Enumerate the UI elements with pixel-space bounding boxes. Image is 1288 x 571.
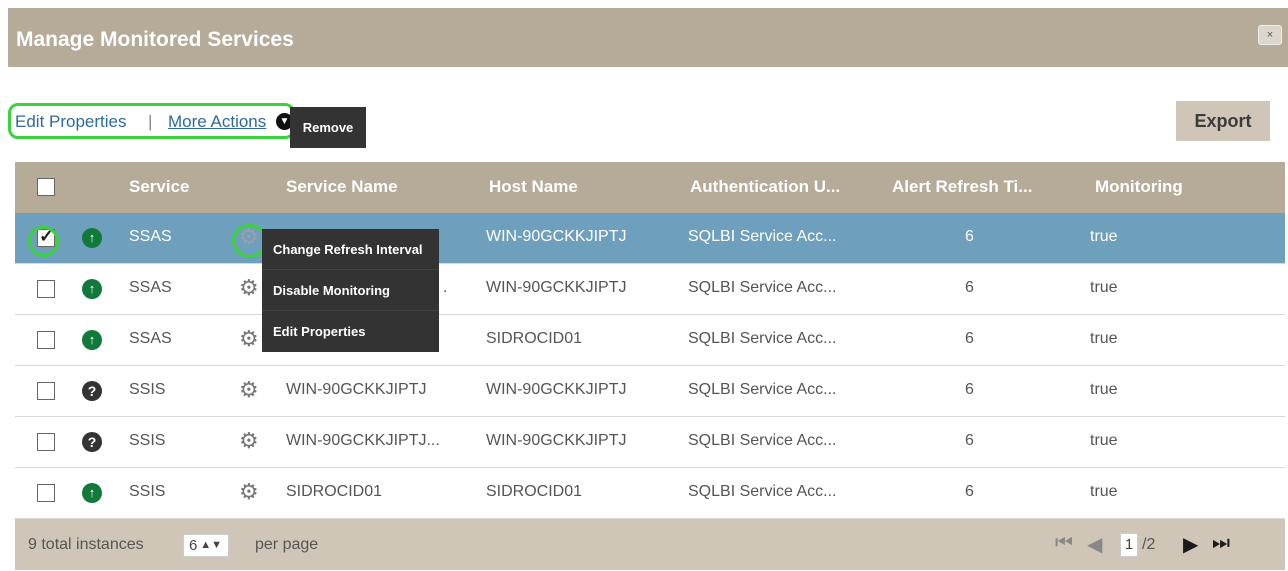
authentication-cell: SQLBI Service Acc... xyxy=(688,381,837,398)
menu-item-change-refresh-interval[interactable]: Change Refresh Interval xyxy=(262,229,439,270)
per-page-select[interactable]: 6 ▲▼ xyxy=(183,534,229,557)
monitoring-cell: true xyxy=(1090,228,1118,245)
service-cell: SSAS xyxy=(129,228,172,245)
table-row[interactable]: ↑ SSAS ⚙ SIDROCID01 SQLBI Service Acc...… xyxy=(15,315,1285,366)
menu-item-disable-monitoring[interactable]: Disable Monitoring xyxy=(262,270,439,311)
status-up-icon: ↑ xyxy=(82,330,102,350)
service-name-cell: . xyxy=(443,279,448,296)
host-name-cell: WIN-90GCKKJIPTJ xyxy=(486,381,627,398)
service-cell: SSIS xyxy=(129,381,166,398)
dialog-title: Manage Monitored Services xyxy=(16,28,294,51)
authentication-cell: SQLBI Service Acc... xyxy=(688,279,837,296)
total-instances-text: 9 total instances xyxy=(28,536,144,553)
close-button[interactable]: × xyxy=(1258,25,1282,45)
service-cell: SSAS xyxy=(129,330,172,347)
service-name-cell: SIDROCID01 xyxy=(286,483,383,500)
table-header: Service Service Name Host Name Authentic… xyxy=(15,162,1285,213)
prev-page-icon[interactable]: ◀ xyxy=(1087,532,1102,557)
edit-properties-link[interactable]: Edit Properties xyxy=(15,112,127,132)
gear-icon[interactable]: ⚙ xyxy=(239,328,259,350)
monitoring-cell: true xyxy=(1090,330,1118,347)
row-checkbox[interactable] xyxy=(37,433,55,451)
authentication-cell: SQLBI Service Acc... xyxy=(688,483,837,500)
more-actions-link[interactable]: More Actions xyxy=(168,112,266,132)
row-context-menu: Change Refresh Interval Disable Monitori… xyxy=(262,229,439,352)
service-name-cell: WIN-90GCKKJIPTJ xyxy=(286,381,427,398)
monitoring-cell: true xyxy=(1090,483,1118,500)
header-host-name[interactable]: Host Name xyxy=(489,177,578,197)
header-service-name[interactable]: Service Name xyxy=(286,177,398,197)
page-total-text: /2 xyxy=(1142,536,1156,553)
authentication-cell: SQLBI Service Acc... xyxy=(688,432,837,449)
export-button[interactable]: Export xyxy=(1176,101,1270,141)
menu-item-edit-properties[interactable]: Edit Properties xyxy=(262,311,439,352)
spinner-icon: ▲▼ xyxy=(200,539,222,551)
service-cell: SSIS xyxy=(129,432,166,449)
table-footer: 9 total instances 6 ▲▼ per page ⏮ ◀ 1 /2… xyxy=(15,519,1285,570)
header-service[interactable]: Service xyxy=(129,177,190,197)
table-row[interactable]: ? SSIS ⚙ WIN-90GCKKJIPTJ WIN-90GCKKJIPTJ… xyxy=(15,366,1285,417)
alert-refresh-cell: 6 xyxy=(965,381,974,398)
monitoring-cell: true xyxy=(1090,279,1118,296)
action-links-highlight: Edit Properties | More Actions ▼ xyxy=(8,103,295,139)
status-unknown-icon: ? xyxy=(82,432,102,452)
row-checkbox[interactable] xyxy=(37,280,55,298)
service-cell: SSAS xyxy=(129,279,172,296)
status-up-icon: ↑ xyxy=(82,279,102,299)
action-separator: | xyxy=(148,112,153,131)
row-checkbox[interactable] xyxy=(37,331,55,349)
checkbox-highlight-ring xyxy=(28,226,59,257)
select-all-checkbox[interactable] xyxy=(37,178,55,196)
services-table: Service Service Name Host Name Authentic… xyxy=(15,162,1285,570)
service-cell: SSIS xyxy=(129,483,166,500)
remove-menu-item[interactable]: Remove xyxy=(290,107,366,148)
monitoring-cell: true xyxy=(1090,432,1118,449)
page-number-input[interactable]: 1 xyxy=(1120,533,1138,557)
header-authentication[interactable]: Authentication U... xyxy=(690,177,840,197)
first-page-icon[interactable]: ⏮ xyxy=(1055,532,1073,555)
last-page-icon[interactable]: ⏭ xyxy=(1212,532,1230,555)
alert-refresh-cell: 6 xyxy=(965,432,974,449)
gear-icon[interactable]: ⚙ xyxy=(239,430,259,452)
host-name-cell: WIN-90GCKKJIPTJ xyxy=(486,279,627,296)
row-checkbox[interactable] xyxy=(37,382,55,400)
alert-refresh-cell: 6 xyxy=(965,330,974,347)
host-name-cell: SIDROCID01 xyxy=(486,330,583,347)
monitoring-cell: true xyxy=(1090,381,1118,398)
per-page-label: per page xyxy=(255,536,319,553)
host-name-cell: WIN-90GCKKJIPTJ xyxy=(486,228,627,245)
authentication-cell: SQLBI Service Acc... xyxy=(688,228,837,245)
next-page-icon[interactable]: ▶ xyxy=(1183,532,1198,557)
status-unknown-icon: ? xyxy=(82,381,102,401)
per-page-value: 6 xyxy=(189,537,198,554)
table-row[interactable]: ↑ SSIS ⚙ SIDROCID01 SIDROCID01 SQLBI Ser… xyxy=(15,468,1285,519)
status-up-icon: ↑ xyxy=(82,228,102,248)
alert-refresh-cell: 6 xyxy=(965,228,974,245)
header-alert-refresh[interactable]: Alert Refresh Ti... xyxy=(892,177,1032,197)
header-monitoring[interactable]: Monitoring xyxy=(1095,177,1183,197)
row-checkbox[interactable] xyxy=(37,484,55,502)
status-up-icon: ↑ xyxy=(82,483,102,503)
host-name-cell: WIN-90GCKKJIPTJ xyxy=(486,432,627,449)
gear-icon[interactable]: ⚙ xyxy=(239,277,259,299)
table-row[interactable]: ↑ SSAS ⚙ WIN-90GCKKJIPTJ SQLBI Service A… xyxy=(15,213,1285,264)
service-name-cell: WIN-90GCKKJIPTJ... xyxy=(286,432,440,449)
gear-icon[interactable]: ⚙ xyxy=(239,481,259,503)
host-name-cell: SIDROCID01 xyxy=(486,483,583,500)
alert-refresh-cell: 6 xyxy=(965,279,974,296)
table-row[interactable]: ↑ SSAS ⚙ . WIN-90GCKKJIPTJ SQLBI Service… xyxy=(15,264,1285,315)
authentication-cell: SQLBI Service Acc... xyxy=(688,330,837,347)
table-row[interactable]: ? SSIS ⚙ WIN-90GCKKJIPTJ... WIN-90GCKKJI… xyxy=(15,417,1285,468)
alert-refresh-cell: 6 xyxy=(965,483,974,500)
gear-icon[interactable]: ⚙ xyxy=(239,379,259,401)
dialog-title-bar: Manage Monitored Services × xyxy=(8,8,1288,67)
